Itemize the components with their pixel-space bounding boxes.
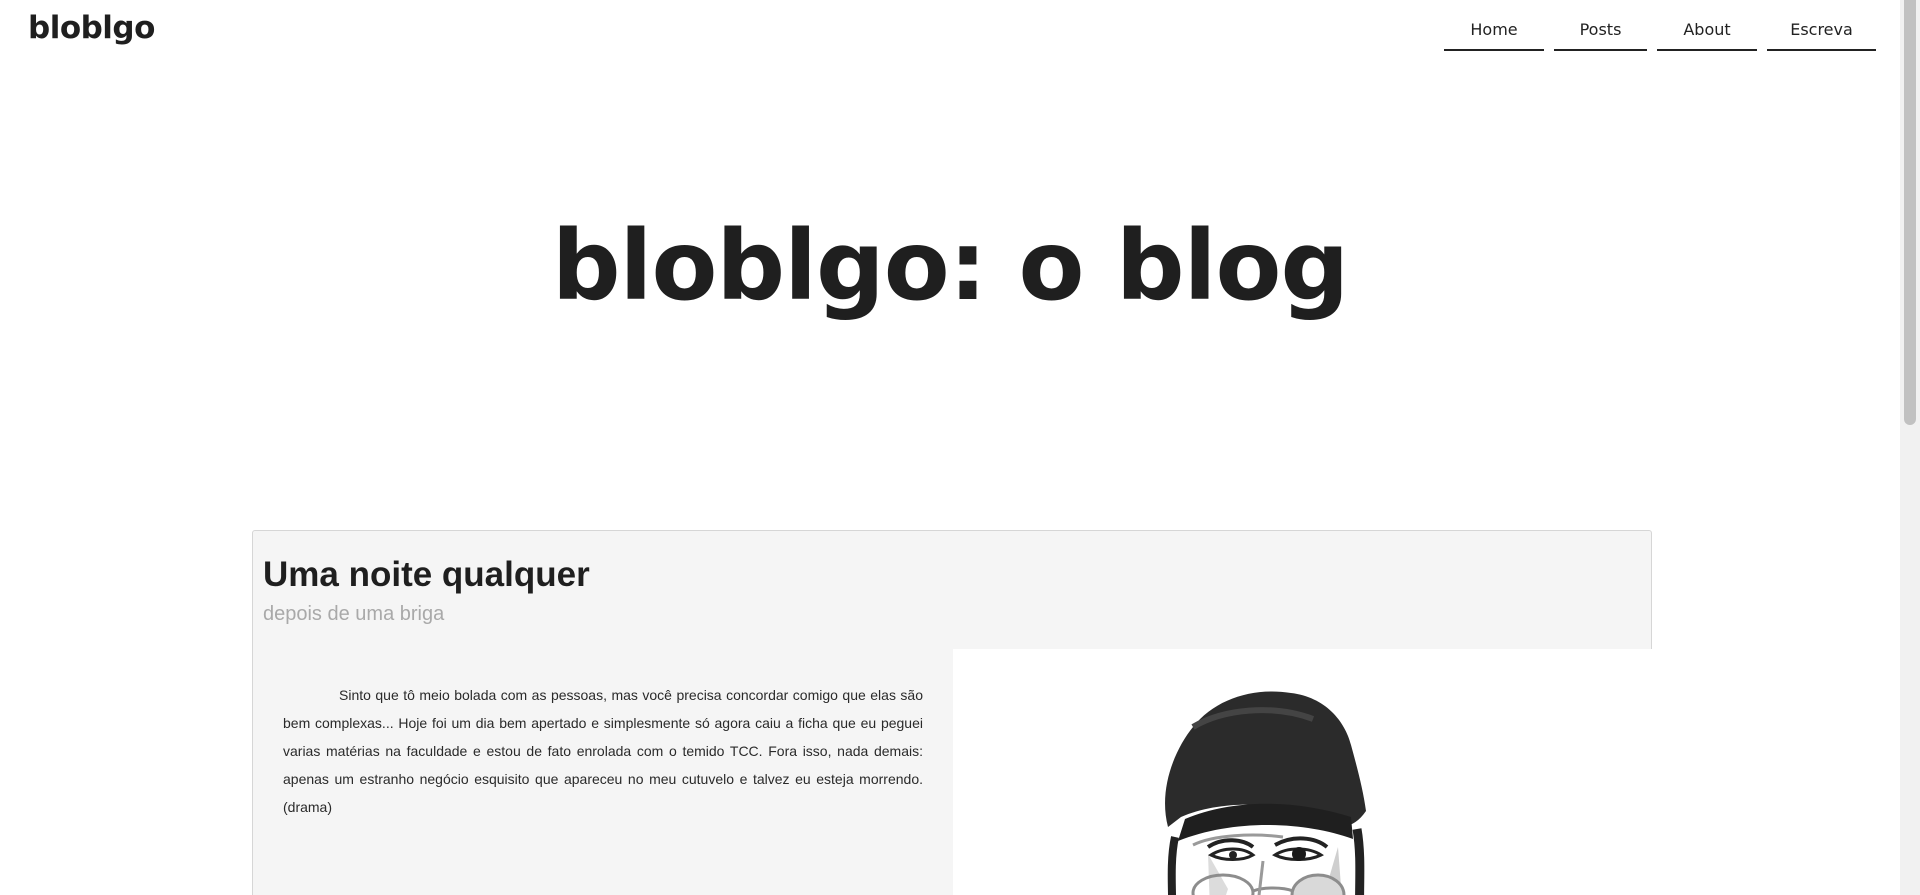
hero-title: bloblgo: o blog <box>551 210 1349 322</box>
post-title[interactable]: Uma noite qualquer <box>263 555 590 595</box>
scrollbar-thumb[interactable] <box>1904 0 1916 425</box>
main-nav: Home Posts About Escreva <box>1444 18 1876 51</box>
post-excerpt: Sinto que tô meio bolada com as pessoas,… <box>283 687 923 815</box>
post-image <box>953 649 1652 895</box>
post-card[interactable]: Uma noite qualquer depois de uma briga S… <box>252 530 1652 895</box>
portrait-illustration-icon <box>1165 691 1366 895</box>
site-logo[interactable]: bloblgo <box>28 10 155 46</box>
nav-about-link[interactable]: About <box>1657 18 1757 51</box>
nav-home-link[interactable]: Home <box>1444 18 1544 51</box>
page-scrollbar[interactable] <box>1900 0 1920 895</box>
post-subtitle: depois de uma briga <box>263 603 445 625</box>
nav-escreva-link[interactable]: Escreva <box>1767 18 1876 51</box>
nav-posts-link[interactable]: Posts <box>1554 18 1647 51</box>
site-header: bloblgo Home Posts About Escreva <box>0 0 1900 60</box>
